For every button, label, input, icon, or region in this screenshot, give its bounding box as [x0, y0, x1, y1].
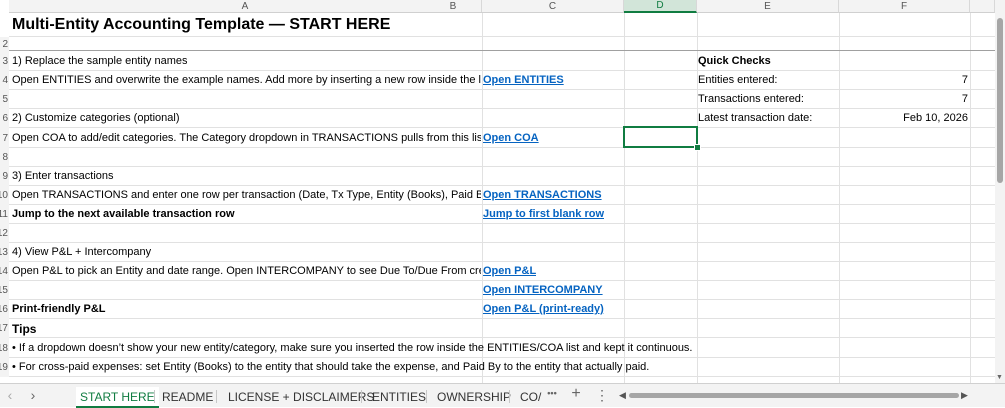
tips-heading[interactable]: Tips: [12, 319, 36, 338]
column-header-b-label[interactable]: B: [424, 0, 482, 13]
row-header[interactable]: 5: [0, 90, 9, 109]
column-header-f[interactable]: F: [839, 0, 970, 13]
tab-ownership[interactable]: OWNERSHIP: [433, 387, 515, 406]
column-header-label: C: [548, 0, 557, 12]
step2-heading[interactable]: 2) Customize categories (optional): [12, 109, 180, 128]
step1-instructions[interactable]: Open ENTITIES and overwrite the example …: [12, 71, 481, 90]
jump-next-row-label[interactable]: Jump to the next available transaction r…: [12, 205, 235, 224]
jump-first-blank-row-link[interactable]: Jump to first blank row: [483, 205, 604, 224]
tab-license-disclaimers[interactable]: LICENSE + DISCLAIMERS: [224, 387, 378, 406]
column-header-g[interactable]: [970, 0, 995, 13]
tab-entities[interactable]: ENTITIES: [368, 387, 430, 406]
row-header[interactable]: 19: [0, 358, 9, 377]
column-header-d[interactable]: D: [624, 0, 697, 13]
more-sheets-icon[interactable]: •••: [541, 388, 563, 398]
column-header-label: F: [900, 0, 908, 12]
open-coa-link[interactable]: Open COA: [483, 128, 539, 148]
quick-check-label[interactable]: Entities entered:: [698, 71, 778, 90]
open-entities-link[interactable]: Open ENTITIES: [483, 71, 564, 90]
next-sheet-icon[interactable]: ›: [25, 387, 41, 403]
vertical-scrollbar[interactable]: ▼: [995, 0, 1005, 383]
column-header-a[interactable]: A: [9, 0, 482, 13]
horizontal-scrollbar[interactable]: ◀ ▶: [619, 388, 997, 402]
column-header-c[interactable]: C: [482, 0, 624, 13]
sheet-options-icon[interactable]: ⋮: [594, 387, 610, 404]
step4-heading[interactable]: 4) View P&L + Intercompany: [12, 243, 151, 262]
row-header[interactable]: 12: [0, 224, 9, 243]
horizontal-scrollbar-thumb[interactable]: [629, 393, 959, 398]
open-transactions-link[interactable]: Open TRANSACTIONS: [483, 186, 602, 205]
tab-readme[interactable]: README: [158, 387, 217, 406]
row-header[interactable]: 18: [0, 338, 9, 358]
quick-check-value[interactable]: 7: [840, 90, 968, 109]
column-header-e[interactable]: E: [697, 0, 839, 13]
step4-instructions[interactable]: Open P&L to pick an Entity and date rang…: [12, 262, 481, 281]
row-header[interactable]: 15: [0, 281, 9, 300]
fill-handle[interactable]: [694, 144, 701, 151]
quick-check-value[interactable]: 7: [840, 71, 968, 90]
row-header[interactable]: 3: [0, 51, 9, 71]
row-header[interactable]: 16: [0, 300, 9, 319]
open-intercompany-link[interactable]: Open INTERCOMPANY: [483, 281, 603, 300]
page-title[interactable]: Multi-Entity Accounting Template — START…: [12, 13, 390, 37]
column-header-label: E: [764, 0, 771, 12]
tip-item[interactable]: • If a dropdown doesn’t show your new en…: [12, 338, 693, 358]
quick-check-value[interactable]: Feb 10, 2026: [840, 109, 968, 128]
column-header-label: A: [241, 0, 249, 12]
add-sheet-icon[interactable]: +: [568, 385, 584, 403]
previous-sheet-icon[interactable]: ‹: [2, 387, 18, 403]
step3-instructions[interactable]: Open TRANSACTIONS and enter one row per …: [12, 186, 481, 205]
tab-start-here[interactable]: START HERE: [76, 387, 159, 408]
quick-check-label[interactable]: Transactions entered:: [698, 90, 804, 109]
sheet-tab-bar: ‹ › START HERE README LICENSE + DISCLAIM…: [0, 383, 1005, 408]
row-header[interactable]: 2: [0, 37, 9, 51]
step2-instructions[interactable]: Open COA to add/edit categories. The Cat…: [12, 128, 481, 148]
scroll-right-arrow-icon[interactable]: ▶: [961, 390, 968, 401]
row-header[interactable]: 7: [0, 128, 9, 148]
open-pl-print-link[interactable]: Open P&L (print-ready): [483, 300, 604, 319]
step1-heading[interactable]: 1) Replace the sample entity names: [12, 51, 187, 71]
scroll-left-arrow-icon[interactable]: ◀: [619, 390, 626, 401]
row-header[interactable]: 17: [0, 319, 9, 338]
row-header[interactable]: 8: [0, 148, 9, 167]
row-header[interactable]: 10: [0, 186, 9, 205]
selected-cell-d7[interactable]: [623, 126, 698, 148]
quick-checks-heading[interactable]: Quick Checks: [698, 51, 771, 71]
row-header[interactable]: 14: [0, 262, 9, 281]
column-header-label: B: [449, 0, 457, 12]
row-header[interactable]: 9: [0, 167, 9, 186]
row-header[interactable]: 11: [0, 205, 9, 224]
open-pl-link[interactable]: Open P&L: [483, 262, 536, 281]
scroll-down-arrow-icon[interactable]: ▼: [996, 374, 1003, 381]
vertical-scrollbar-thumb[interactable]: [997, 18, 1003, 183]
row-header[interactable]: 4: [0, 71, 9, 90]
quick-check-label[interactable]: Latest transaction date:: [698, 109, 812, 128]
row-header[interactable]: 6: [0, 109, 9, 128]
tip-item[interactable]: • For cross-paid expenses: set Entity (B…: [12, 358, 649, 377]
step3-heading[interactable]: 3) Enter transactions: [12, 167, 114, 186]
print-friendly-label[interactable]: Print-friendly P&L: [12, 300, 106, 319]
spreadsheet-grid[interactable]: A B C D E F 2 3 4 5 6 7 8 9 10 11 12 13 …: [0, 0, 995, 383]
column-header-label: D: [656, 0, 664, 11]
row-header[interactable]: 13: [0, 243, 9, 262]
